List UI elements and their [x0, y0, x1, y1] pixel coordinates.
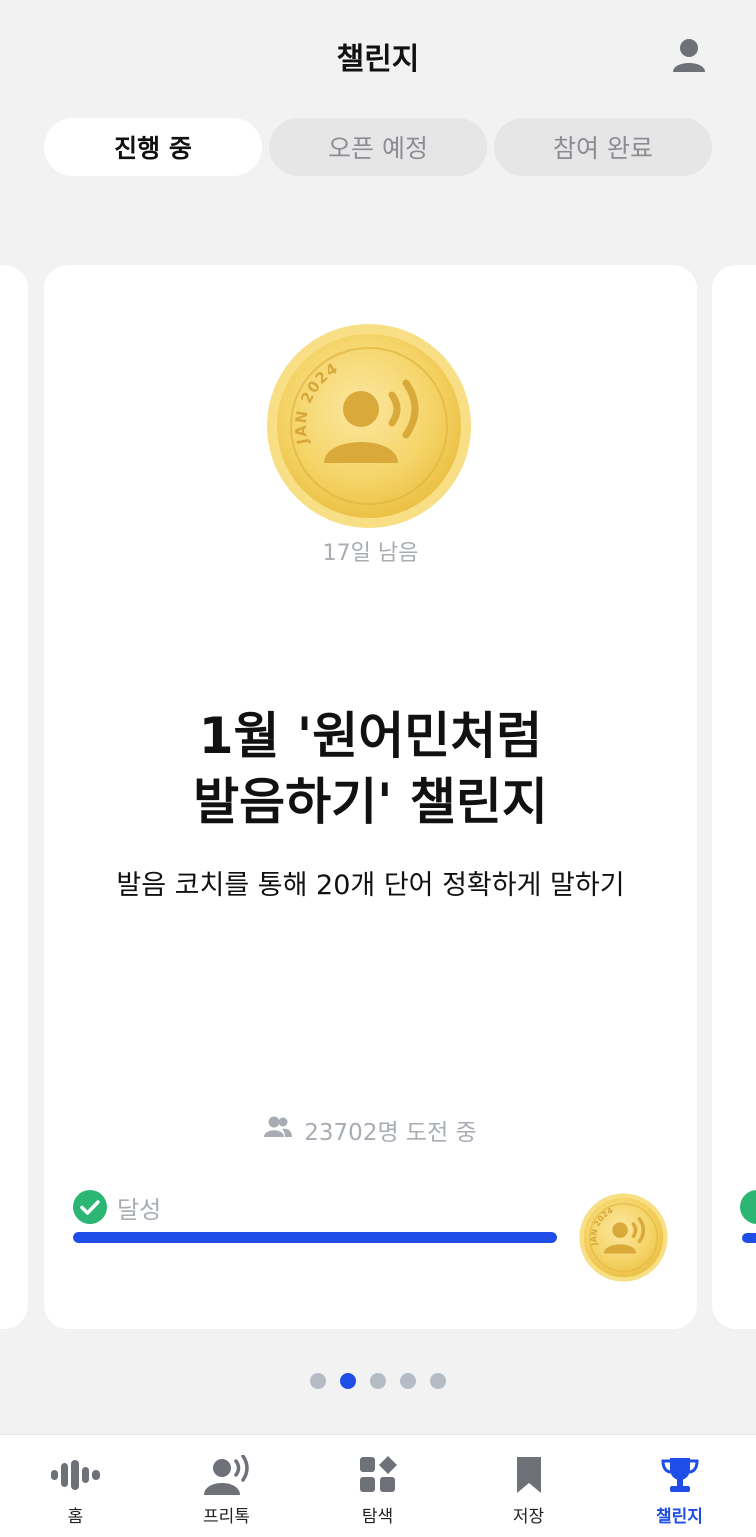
nav-label-saved: 저장 [512, 1507, 545, 1527]
header: 챌린지 [0, 0, 756, 104]
reward-coin-icon: JAN 2024 [579, 1193, 668, 1282]
check-circle-icon [740, 1190, 756, 1224]
trophy-icon [654, 1453, 706, 1497]
challenge-title-line-2: 발음하기' 챌린지 [193, 773, 548, 831]
pagination-dot[interactable] [400, 1373, 416, 1389]
nav-label-freetalk: 프리톡 [203, 1507, 250, 1527]
nav-item-saved[interactable]: 저장 [453, 1435, 604, 1537]
people-icon [264, 1116, 293, 1144]
progress-bar [73, 1232, 557, 1243]
participants-text: 23702명 도전 중 [304, 1120, 477, 1146]
nav-label-explore: 탐색 [361, 1507, 394, 1527]
waveform-icon [50, 1453, 102, 1497]
nav-item-challenge[interactable]: 챌린지 [604, 1435, 755, 1537]
grid-icon [352, 1453, 404, 1497]
speaking-person-icon [201, 1453, 253, 1497]
page-title: 챌린지 [336, 42, 420, 77]
tab-completed[interactable]: 참여 완료 [494, 118, 712, 176]
challenge-tabs: 진행 중 오픈 예정 참여 완료 [44, 118, 712, 176]
tab-upcoming[interactable]: 오픈 예정 [269, 118, 487, 176]
nav-item-freetalk[interactable]: 프리톡 [151, 1435, 302, 1537]
achieve-row: 달성 [73, 1190, 161, 1224]
pagination-dot[interactable] [340, 1373, 356, 1389]
challenge-card[interactable]: JAN 2024 17일 남음 1월 '원어민처럼 발음하기' 챌린지 발음 코… [44, 265, 697, 1329]
user-icon[interactable] [670, 36, 708, 74]
check-circle-icon [73, 1190, 107, 1224]
next-card-peek[interactable] [712, 265, 756, 1329]
challenge-subtitle: 발음 코치를 통해 20개 단어 정확하게 말하기 [116, 870, 625, 901]
progress-fill [73, 1232, 557, 1243]
pagination-dot[interactable] [430, 1373, 446, 1389]
previous-card-peek[interactable] [0, 265, 28, 1329]
bottom-nav: 홈 프리톡 탐색 저장 챌린지 [0, 1434, 756, 1537]
pagination-dot[interactable] [310, 1373, 326, 1389]
participants-count: 23702명 도전 중 [44, 1113, 697, 1147]
days-left: 17일 남음 [322, 541, 419, 566]
nav-label-home: 홈 [67, 1507, 84, 1527]
challenge-title: 1월 '원어민처럼 발음하기' 챌린지 [44, 703, 697, 835]
challenge-screen: 챌린지 진행 중 오픈 예정 참여 완료 JAN 2024 17일 남음 1월 … [0, 0, 756, 1537]
challenge-title-line-1: 1월 '원어민처럼 [198, 707, 543, 765]
progress-bar [742, 1233, 756, 1243]
tab-in-progress[interactable]: 진행 중 [44, 118, 262, 176]
nav-item-home[interactable]: 홈 [0, 1435, 151, 1537]
carousel-pagination [0, 1373, 756, 1389]
bookmark-icon [503, 1453, 555, 1497]
nav-item-explore[interactable]: 탐색 [302, 1435, 453, 1537]
achieve-label: 달성 [117, 1195, 162, 1224]
pagination-dot[interactable] [370, 1373, 386, 1389]
nav-label-challenge: 챌린지 [656, 1507, 703, 1527]
challenge-coin-icon: JAN 2024 [266, 323, 472, 529]
